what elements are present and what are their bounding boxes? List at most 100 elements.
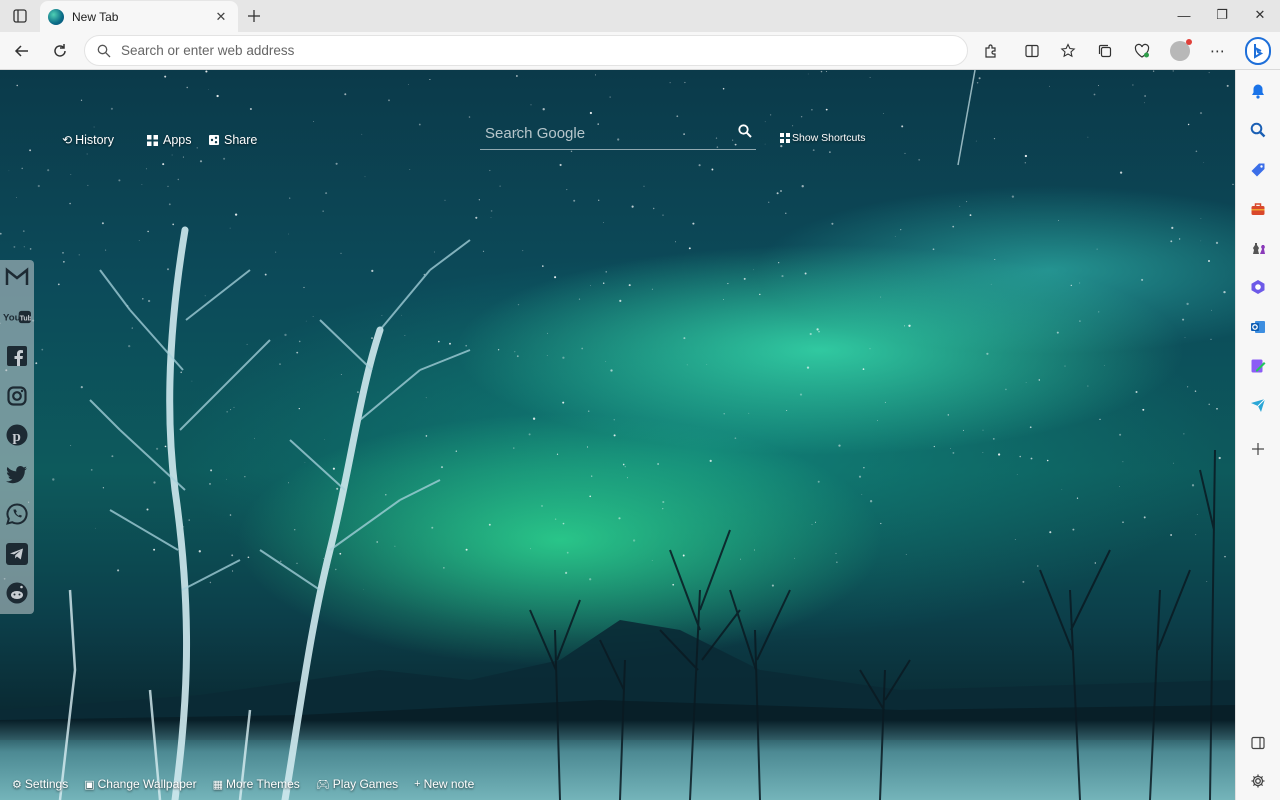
split-screen-button[interactable] xyxy=(1018,37,1046,65)
restore-icon: ❐ xyxy=(1216,7,1228,22)
minimize-button[interactable]: — xyxy=(1165,0,1203,30)
toolbox-icon xyxy=(1251,203,1265,215)
whatsapp-link[interactable] xyxy=(3,500,31,528)
tools-button[interactable] xyxy=(1245,196,1271,222)
history-link[interactable]: ⟲ History xyxy=(62,130,114,150)
settings-more-button[interactable]: ⋯ xyxy=(1204,37,1232,65)
change-wallpaper-link[interactable]: ▣ Change Wallpaper xyxy=(84,777,196,791)
instagram-icon xyxy=(7,386,27,406)
bottom-toolbar: ⚙ Settings ▣ Change Wallpaper ▦ More The… xyxy=(12,776,490,792)
gamepad-icon: 🎮︎ xyxy=(315,778,330,791)
collections-icon xyxy=(1098,44,1112,58)
sidebar-panel-icon xyxy=(1251,736,1265,750)
bing-chat-button[interactable] xyxy=(1244,34,1272,68)
notifications-button[interactable] xyxy=(1245,78,1271,104)
bell-icon xyxy=(1252,84,1264,99)
outlook-button[interactable] xyxy=(1245,314,1271,340)
pinterest-link[interactable]: p xyxy=(3,421,31,449)
close-icon: ✕ xyxy=(215,8,227,24)
show-shortcuts-button[interactable]: Show Shortcuts xyxy=(780,132,866,144)
apps-link[interactable]: Apps xyxy=(147,130,192,150)
facebook-icon xyxy=(7,346,27,366)
reddit-icon xyxy=(6,582,28,604)
drop-button[interactable] xyxy=(1245,392,1271,418)
history-label: History xyxy=(75,133,114,147)
tag-icon xyxy=(1251,163,1265,177)
youtube-link[interactable]: YouTube xyxy=(3,303,31,331)
plus-icon xyxy=(248,10,260,22)
gmail-icon xyxy=(5,267,29,285)
instagram-link[interactable] xyxy=(3,382,31,410)
gmail-link[interactable] xyxy=(3,263,31,291)
svg-text:Tube: Tube xyxy=(20,316,31,323)
reddit-link[interactable] xyxy=(3,579,31,607)
back-arrow-icon xyxy=(14,45,28,57)
svg-text:p: p xyxy=(13,429,21,445)
refresh-icon xyxy=(54,44,66,57)
tab-actions-button[interactable] xyxy=(8,5,32,27)
designer-icon xyxy=(1251,359,1266,373)
image-icon: ▣ xyxy=(84,778,95,791)
close-window-button[interactable]: ✕ xyxy=(1241,0,1279,30)
copilot-app-button[interactable] xyxy=(1245,274,1271,300)
new-tab-button[interactable] xyxy=(242,4,266,28)
edge-favicon-icon xyxy=(48,8,64,25)
play-games-link[interactable]: 🎮︎ Play Games xyxy=(316,777,398,791)
share-link[interactable]: Share xyxy=(209,130,257,150)
outlook-icon xyxy=(1251,321,1265,333)
share-label: Share xyxy=(224,133,258,147)
sidebar-settings-button[interactable] xyxy=(1245,768,1271,794)
puzzle-icon xyxy=(985,44,996,58)
svg-text:You: You xyxy=(3,313,21,324)
telegram-link[interactable] xyxy=(3,540,31,568)
designer-button[interactable] xyxy=(1245,353,1271,379)
extensions-button[interactable] xyxy=(977,37,1005,65)
refresh-button[interactable] xyxy=(46,37,74,65)
telegram-icon xyxy=(6,543,28,565)
whatsapp-icon xyxy=(6,503,28,525)
more-themes-link[interactable]: ▦ More Themes xyxy=(213,777,300,791)
restore-button[interactable]: ❐ xyxy=(1203,0,1241,30)
youtube-icon: YouTube xyxy=(3,310,31,324)
show-shortcuts-label: Show Shortcuts xyxy=(792,132,866,144)
address-bar[interactable] xyxy=(84,35,968,66)
search-icon[interactable] xyxy=(738,124,752,138)
favorites-button[interactable] xyxy=(1054,37,1082,65)
bing-icon xyxy=(1245,37,1271,65)
shopping-button[interactable] xyxy=(1245,157,1271,183)
trees xyxy=(58,70,1216,800)
shortcuts-grid-icon xyxy=(780,133,790,143)
heart-pulse-icon xyxy=(1134,43,1150,58)
toolbar: ⋯ xyxy=(0,32,1280,70)
split-screen-icon xyxy=(1025,44,1039,58)
collections-button[interactable] xyxy=(1091,37,1119,65)
facebook-link[interactable] xyxy=(3,342,31,370)
games-button[interactable] xyxy=(1245,235,1271,261)
add-sidebar-app-button[interactable] xyxy=(1245,436,1271,462)
tab-close-button[interactable]: ✕ xyxy=(212,8,230,26)
tab-actions-icon xyxy=(13,9,27,23)
google-search-box[interactable] xyxy=(480,118,756,150)
search-icon xyxy=(1250,122,1266,138)
gear-icon: ⚙ xyxy=(12,778,22,791)
minimize-icon: — xyxy=(1177,7,1191,23)
profile-button[interactable] xyxy=(1166,37,1194,65)
twitter-link[interactable] xyxy=(3,461,31,489)
pinterest-icon: p xyxy=(6,424,28,446)
browser-essentials-button[interactable] xyxy=(1128,37,1156,65)
chess-icon xyxy=(1253,243,1265,254)
themes-grid-icon: ▦ xyxy=(212,778,223,791)
apps-label: Apps xyxy=(163,133,192,147)
tab-new-tab[interactable]: New Tab ✕ xyxy=(40,1,238,32)
close-window-icon: ✕ xyxy=(1254,7,1266,22)
address-input[interactable] xyxy=(121,43,941,58)
copilot-icon xyxy=(1251,280,1265,294)
new-tab-page: ⟲ History Apps Share Show Shortcuts YouT… xyxy=(0,70,1235,800)
back-button[interactable] xyxy=(8,37,36,65)
hide-sidebar-button[interactable] xyxy=(1245,730,1271,756)
sidebar-search-button[interactable] xyxy=(1245,117,1271,143)
plus-icon: + xyxy=(414,778,421,790)
new-note-link[interactable]: + New note xyxy=(414,777,474,791)
google-search-input[interactable] xyxy=(480,125,720,142)
settings-link[interactable]: ⚙ Settings xyxy=(12,777,68,791)
